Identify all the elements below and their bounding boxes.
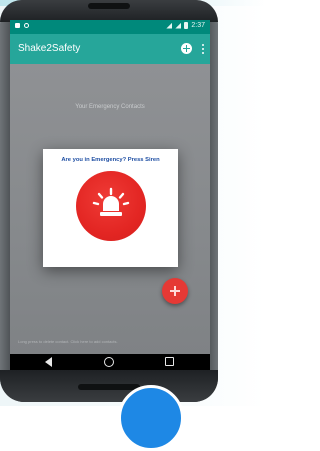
contacts-heading: Your Emergency Contacts [75,104,145,110]
siren-button[interactable] [76,171,146,241]
phone-top-bezel [0,0,218,22]
phone-screen: 2:37 Shake2Safety Your Emergency Contact… [10,20,210,370]
footer-note: Long press to delete contact. Click here… [18,339,118,344]
earpiece-speaker [88,3,130,9]
app-bar-actions [181,43,204,54]
add-contact-fab[interactable] [162,278,188,304]
main-content: Your Emergency Contacts Are you in Emerg… [10,64,210,354]
app-bar: Shake2Safety [10,34,210,64]
dialog-title: Are you in Emergency? Press Siren [61,157,160,163]
status-notifications [15,23,29,28]
notification-icon [15,23,20,28]
phone-bottom-bezel [0,370,218,402]
status-time: 2:37 [191,22,205,29]
phone-device: 2:37 Shake2Safety Your Emergency Contact… [0,0,218,402]
nav-bar [10,354,210,370]
signal-icon [175,22,182,29]
recents-icon[interactable] [165,357,174,366]
battery-icon [184,22,189,29]
bottom-speaker [78,384,140,390]
siren-icon [92,187,130,216]
wifi-icon [166,22,173,29]
sync-icon [24,23,29,28]
app-title: Shake2Safety [18,43,81,54]
status-indicators: 2:37 [166,22,205,29]
back-icon[interactable] [45,357,52,367]
plus-circle-icon[interactable] [181,43,192,54]
overflow-menu-icon[interactable] [202,43,204,54]
decorative-circle [118,385,184,451]
emergency-dialog: Are you in Emergency? Press Siren [43,149,178,267]
home-icon[interactable] [104,357,114,367]
status-bar: 2:37 [10,20,210,34]
